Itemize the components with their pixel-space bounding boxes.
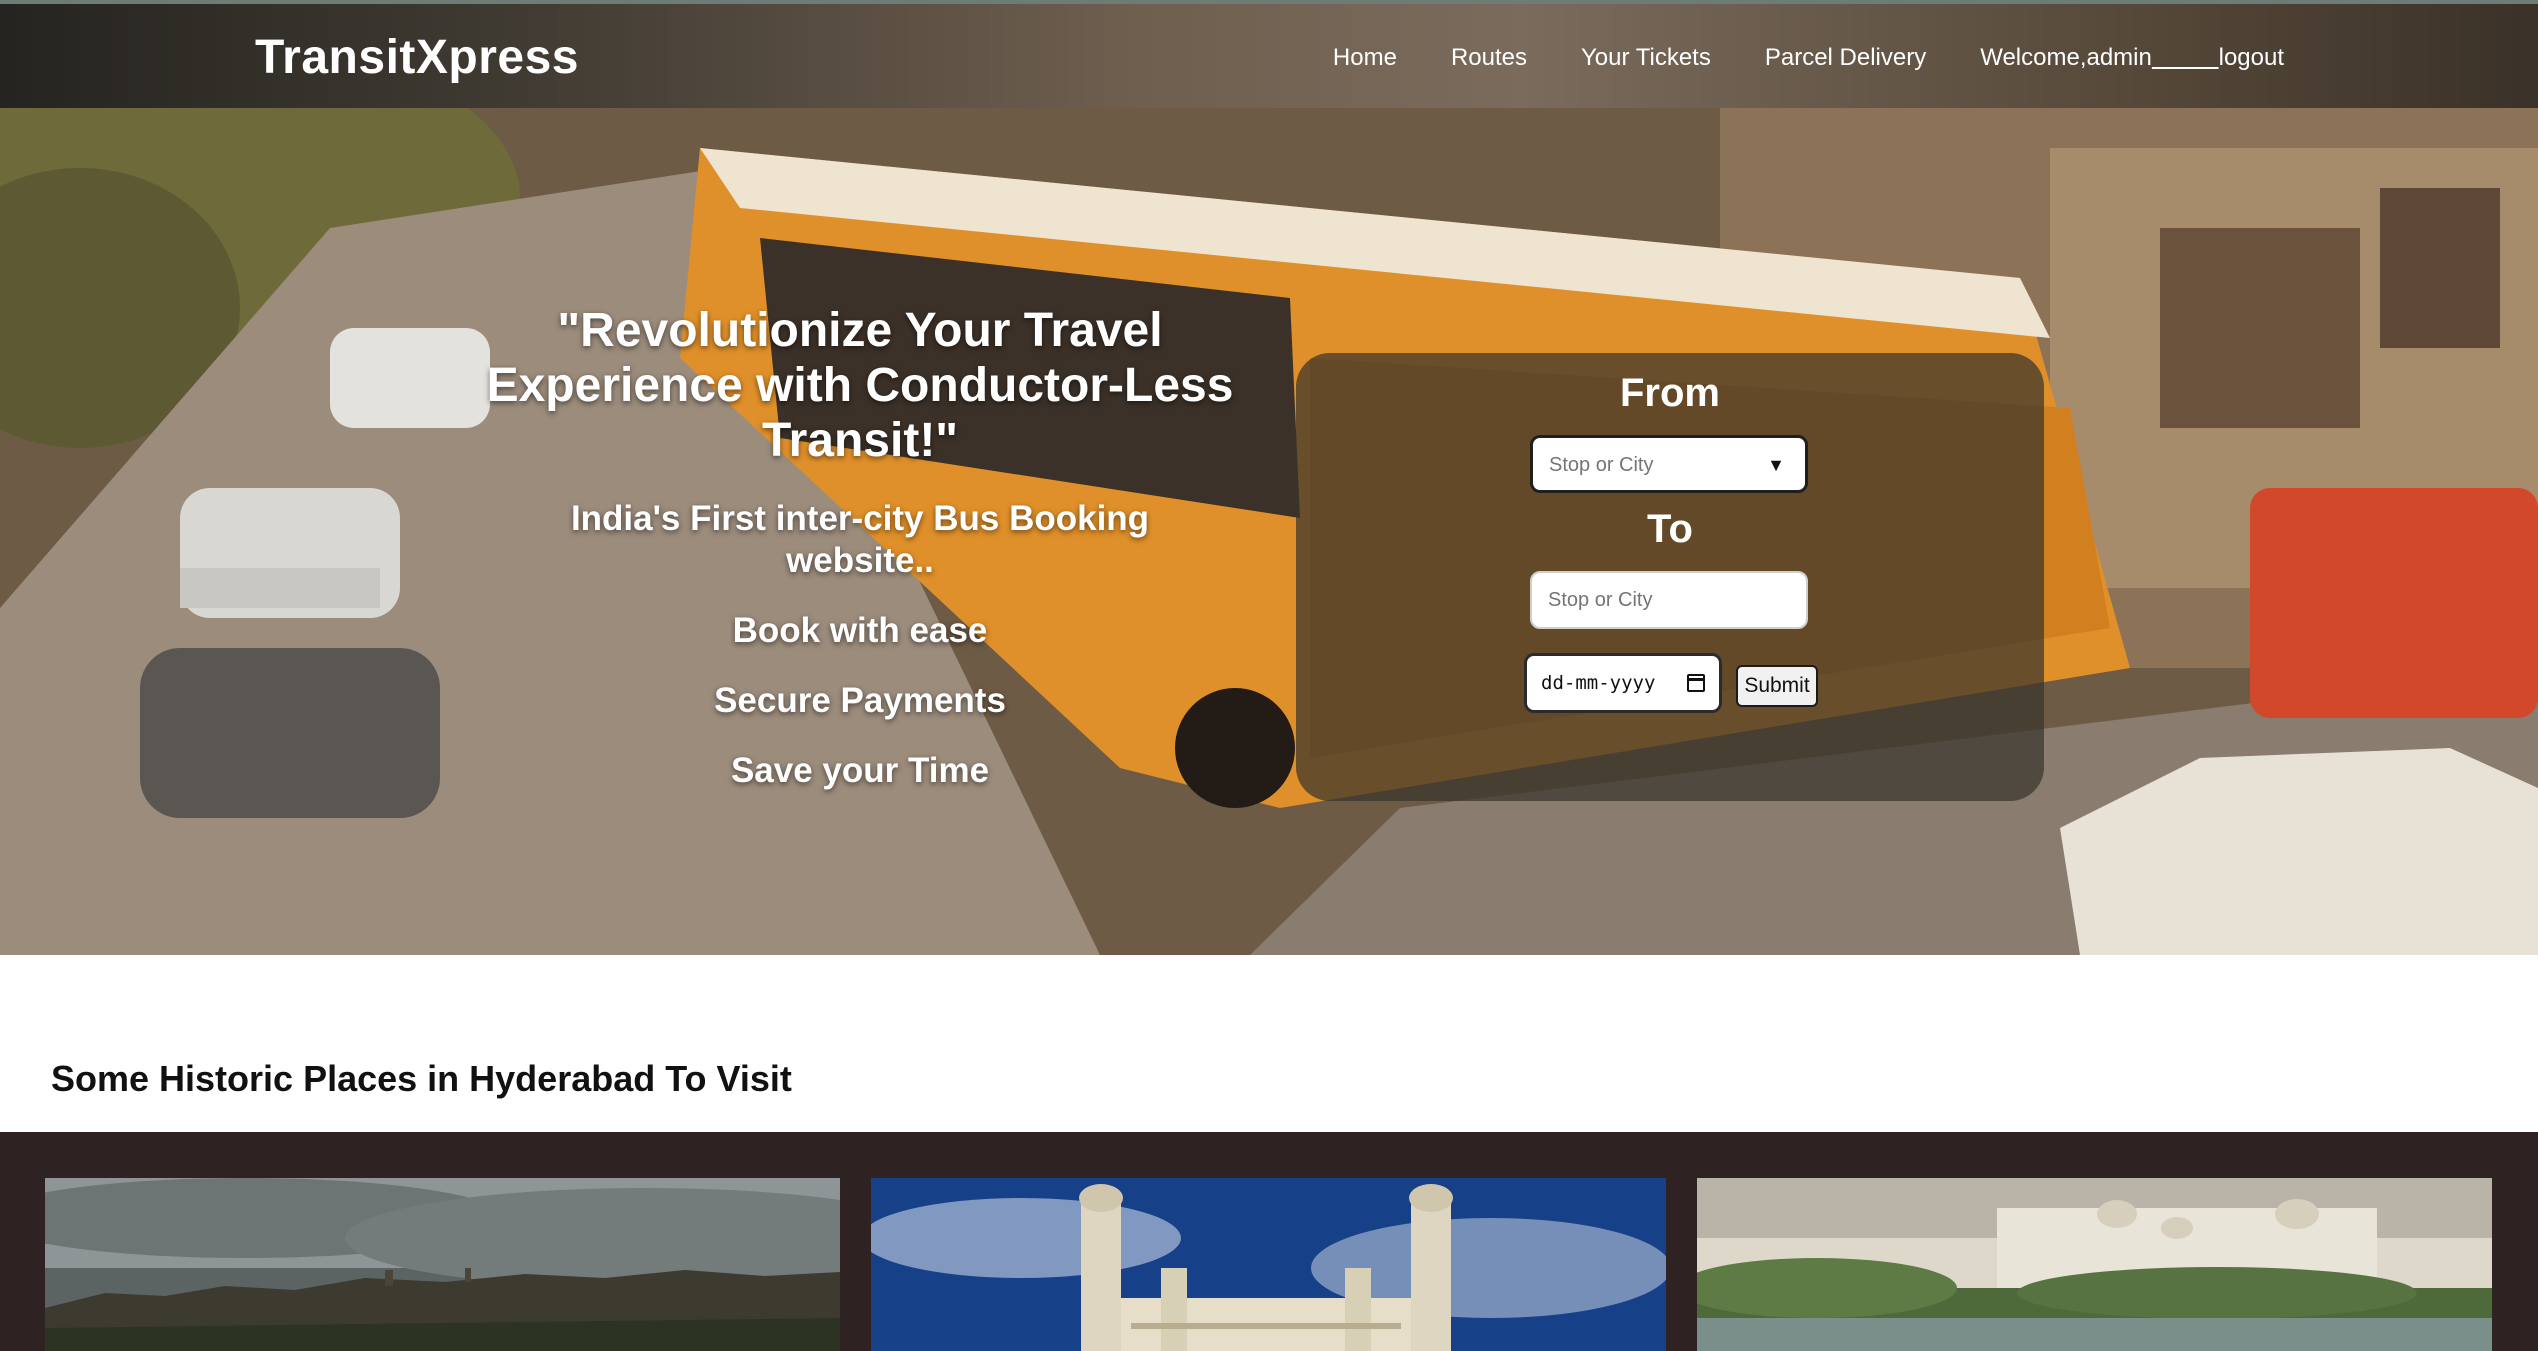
hero-text: "Revolutionize Your Travel Experience wi… xyxy=(460,303,1260,792)
to-placeholder: Stop or City xyxy=(1548,589,1653,611)
charminar-photo xyxy=(871,1178,1666,1351)
navbar: TransitXpress Home Routes Your Tickets P… xyxy=(0,0,2538,108)
chevron-down-icon: ▼ xyxy=(1767,455,1785,475)
submit-button[interactable]: Submit xyxy=(1736,665,1818,707)
place-card-fort[interactable] xyxy=(45,1178,840,1351)
welcome-text: Welcome,admin xyxy=(1980,44,2152,71)
brand-logo[interactable]: TransitXpress xyxy=(255,30,579,85)
section-title: Some Historic Places in Hyderabad To Vis… xyxy=(51,1058,792,1099)
date-placeholder: dd-mm-yyyy xyxy=(1541,672,1656,694)
nav-routes-link[interactable]: Routes xyxy=(1451,44,1527,72)
places-gallery xyxy=(0,1132,2538,1351)
hero-point-payments: Secure Payments xyxy=(714,681,1006,720)
fort-ruins-photo xyxy=(45,1178,840,1351)
from-select[interactable]: Stop or City ▼ xyxy=(1530,435,1808,493)
hero-background-image xyxy=(0,108,2538,955)
to-label: To xyxy=(1647,507,1693,551)
to-input[interactable]: Stop or City xyxy=(1530,571,1808,629)
palace-lakeside-photo xyxy=(1697,1178,2492,1351)
hero-point-time: Save your Time xyxy=(730,751,990,790)
hero-point-book: Book with ease xyxy=(732,611,988,650)
hero-banner: "Revolutionize Your Travel Experience wi… xyxy=(0,108,2538,955)
nav-home-link[interactable]: Home xyxy=(1333,44,1397,72)
logout-link[interactable]: logout xyxy=(2219,44,2284,71)
hero-subtitle: India's First inter-city Bus Booking web… xyxy=(570,499,1150,580)
place-card-charminar[interactable] xyxy=(871,1178,1666,1351)
user-menu: Welcome,admin logout xyxy=(1980,44,2284,72)
search-panel: From Stop or City ▼ To Stop or City dd-m… xyxy=(1296,353,2044,801)
from-label: From xyxy=(1620,371,1720,415)
nav-parcel-link[interactable]: Parcel Delivery xyxy=(1765,44,1926,72)
nav-links: Home Routes Your Tickets Parcel Delivery… xyxy=(1333,44,2284,72)
calendar-icon[interactable] xyxy=(1687,674,1705,692)
date-input[interactable]: dd-mm-yyyy xyxy=(1524,653,1722,713)
from-placeholder: Stop or City xyxy=(1549,454,1654,476)
place-card-palace[interactable] xyxy=(1697,1178,2492,1351)
nav-tickets-link[interactable]: Your Tickets xyxy=(1581,44,1711,72)
hero-headline: "Revolutionize Your Travel Experience wi… xyxy=(486,304,1234,467)
